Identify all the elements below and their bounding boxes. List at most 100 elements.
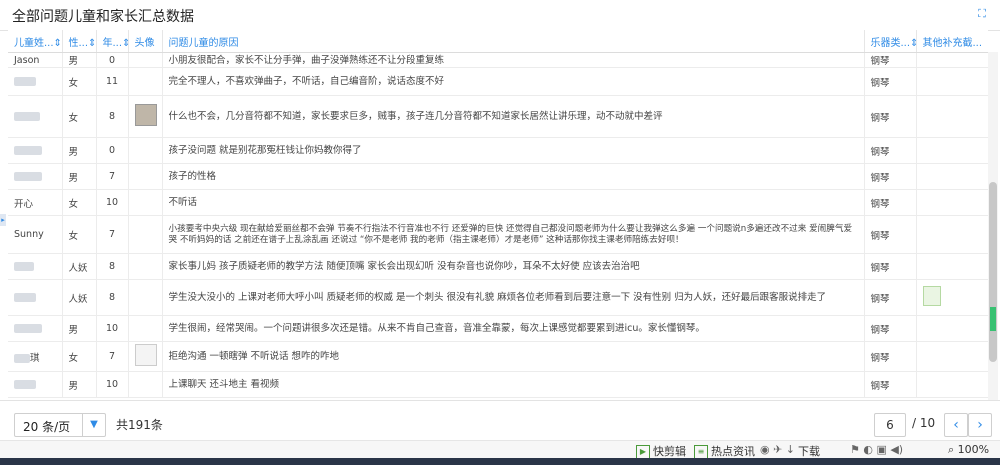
cell-extra — [916, 137, 988, 164]
col-header-instrument[interactable]: 乐器类...⇕ — [864, 30, 917, 53]
cell-avatar — [128, 315, 163, 342]
page-title: 全部问题儿童和家长汇总数据 — [12, 9, 194, 25]
table-row[interactable]: 琪 女 7 拒绝沟通 一顿瞎弹 不听说话 想咋的咋地 钢琴 — [8, 341, 988, 372]
prev-page-button[interactable]: ‹ — [944, 413, 968, 437]
browser-status-bar: ▶ 快剪辑 ≡ 热点资讯 ◉ ✈ ↓ 下载 ⚑ ◐ ▣ ◀) ⌕ 100% — [0, 440, 1000, 459]
table-row[interactable]: 男 10 学生很闹，经常哭闹。一个问题讲很多次还是错。从来不肯自己查音，音准全靠… — [8, 315, 988, 342]
cell-reason: 不听话 — [162, 189, 865, 216]
redacted-name — [14, 293, 36, 302]
table-row[interactable]: 女 8 什么也不会，几分音符都不知道，家长要求巨多，贼事，孩子连几分音符都不知道… — [8, 95, 988, 138]
col-header-age[interactable]: 年...⇕ — [96, 30, 129, 53]
status-item-news[interactable]: ≡ 热点资讯 — [694, 443, 755, 459]
table-row[interactable]: 男 7 孩子的性格 钢琴 — [8, 163, 988, 190]
page-size-value: 20 条/页 — [23, 420, 71, 434]
col-header-avatar: 头像 — [128, 30, 163, 53]
table-row[interactable]: 男 0 孩子没问题 就是别花那冤枉钱让你妈教你得了 钢琴 — [8, 137, 988, 164]
cell-reason: 小朋友很配合，家长不让分手弹，曲子没弹熟练还不让分段重复练 — [162, 52, 865, 68]
pagination-bar: 20 条/页 ▼ 共191条 6 / 10 ‹ › — [0, 400, 1000, 441]
cell-instrument: 钢琴 — [864, 163, 917, 190]
cell-instrument: 钢琴 — [864, 52, 917, 68]
cell-instrument: 钢琴 — [864, 371, 917, 398]
cell-extra — [916, 371, 988, 398]
total-count: 共191条 — [116, 418, 163, 432]
cell-age: 7 — [96, 163, 129, 190]
table-row[interactable]: 男 10 上课聊天 还斗地主 看视频 钢琴 — [8, 371, 988, 398]
redacted-name — [14, 353, 30, 363]
table-header-row: 儿童姓...⇕ 性...⇕ 年...⇕ 头像 问题儿童的原因 乐器类...⇕ 其… — [8, 30, 988, 53]
cell-avatar — [128, 279, 163, 316]
avatar[interactable] — [134, 104, 157, 126]
cell-extra — [916, 253, 988, 280]
cell-instrument: 钢琴 — [864, 253, 917, 280]
cell-extra — [916, 341, 988, 372]
status-item-download[interactable]: 下载 — [798, 443, 820, 459]
redacted-name — [14, 77, 36, 86]
cell-reason: 完全不理人，不喜欢弹曲子，不听话，自己编音阶，说话态度不好 — [162, 67, 865, 96]
avatar[interactable] — [134, 344, 157, 366]
col-header-name[interactable]: 儿童姓...⇕ — [8, 30, 63, 53]
table-row[interactable]: 人妖 8 家长事儿妈 孩子质疑老师的教学方法 随便顶嘴 家长会出现幻听 没有杂音… — [8, 253, 988, 280]
cell-gender: 女 — [62, 67, 97, 96]
cell-gender: 女 — [62, 95, 97, 138]
cell-reason: 孩子没问题 就是别花那冤枉钱让你妈教你得了 — [162, 137, 865, 164]
page-number-input[interactable]: 6 — [874, 413, 906, 437]
vertical-scrollbar[interactable] — [988, 52, 998, 400]
cell-age: 11 — [96, 67, 129, 96]
page-total: / 10 — [912, 416, 936, 430]
table-row[interactable]: 人妖 8 学生没大没小的 上课对老师大呼小叫 质疑老师的权威 是一个刺头 很没有… — [8, 279, 988, 316]
cell-reason: 学生很闹，经常哭闹。一个问题讲很多次还是错。从来不肯自己查音，音准全靠蒙，每次上… — [162, 315, 865, 342]
cell-age: 8 — [96, 95, 129, 138]
side-collapse-handle[interactable]: ▸ — [0, 214, 6, 226]
cell-extra — [916, 189, 988, 216]
status-item-clip[interactable]: ▶ 快剪辑 — [636, 443, 686, 459]
cell-name — [8, 137, 63, 164]
scroll-position-marker — [990, 307, 996, 331]
cell-gender: 男 — [62, 52, 97, 68]
page-size-select[interactable]: 20 条/页 ▼ — [14, 413, 106, 437]
cell-gender: 女 — [62, 189, 97, 216]
col-header-gender[interactable]: 性...⇕ — [62, 30, 97, 53]
cell-age: 7 — [96, 341, 129, 372]
cell-name: 琪 — [8, 341, 63, 372]
cell-name — [8, 95, 63, 138]
cell-extra — [916, 95, 988, 138]
next-page-button[interactable]: › — [968, 413, 992, 437]
cell-instrument: 钢琴 — [864, 315, 917, 342]
cell-extra — [916, 279, 988, 316]
zoom-level[interactable]: ⌕ 100% — [948, 443, 989, 457]
table-row[interactable]: 开心 女 10 不听话 钢琴 — [8, 189, 988, 216]
caret-down-icon[interactable]: ▼ — [82, 414, 105, 436]
table-row[interactable]: Sunny 女 7 小孩要考中央六级 现在献给爱丽丝都不会弹 节奏不行指法不行音… — [8, 215, 988, 254]
cell-age: 8 — [96, 253, 129, 280]
cell-gender: 人妖 — [62, 253, 97, 280]
cell-gender: 女 — [62, 215, 97, 254]
expand-icon[interactable]: ⛶ — [976, 8, 988, 20]
table-row[interactable]: 女 11 完全不理人，不喜欢弹曲子，不听话，自己编音阶，说话态度不好 钢琴 — [8, 67, 988, 96]
cell-reason: 孩子的性格 — [162, 163, 865, 190]
cell-name — [8, 163, 63, 190]
cell-reason: 学生没大没小的 上课对老师大呼小叫 质疑老师的权威 是一个刺头 很没有礼貌 麻烦… — [162, 279, 865, 316]
page-header: 全部问题儿童和家长汇总数据 ⛶ — [0, 0, 1000, 31]
attachment-thumbnail[interactable] — [922, 286, 941, 306]
cell-avatar — [128, 52, 163, 68]
cell-name — [8, 371, 63, 398]
cell-reason: 拒绝沟通 一顿瞎弹 不听说话 想咋的咋地 — [162, 341, 865, 372]
cell-extra — [916, 52, 988, 68]
cell-avatar — [128, 253, 163, 280]
cell-instrument: 钢琴 — [864, 95, 917, 138]
status-icons: ◉ ✈ ↓ — [760, 443, 796, 456]
cell-age: 7 — [96, 215, 129, 254]
redacted-name — [14, 172, 42, 181]
cell-reason: 上课聊天 还斗地主 看视频 — [162, 371, 865, 398]
scrollbar-thumb[interactable] — [989, 182, 997, 362]
redacted-name — [14, 146, 42, 155]
cell-avatar — [128, 189, 163, 216]
cell-instrument: 钢琴 — [864, 189, 917, 216]
table-row[interactable]: Jason 男 0 小朋友很配合，家长不让分手弹，曲子没弹熟练还不让分段重复练 … — [8, 52, 988, 68]
redacted-name — [14, 262, 34, 271]
zoom-icon: ⌕ — [948, 443, 958, 456]
cell-instrument: 钢琴 — [864, 67, 917, 96]
col-header-extra: 其他补充截... — [916, 30, 988, 53]
cell-avatar — [128, 371, 163, 398]
cell-avatar — [128, 215, 163, 254]
